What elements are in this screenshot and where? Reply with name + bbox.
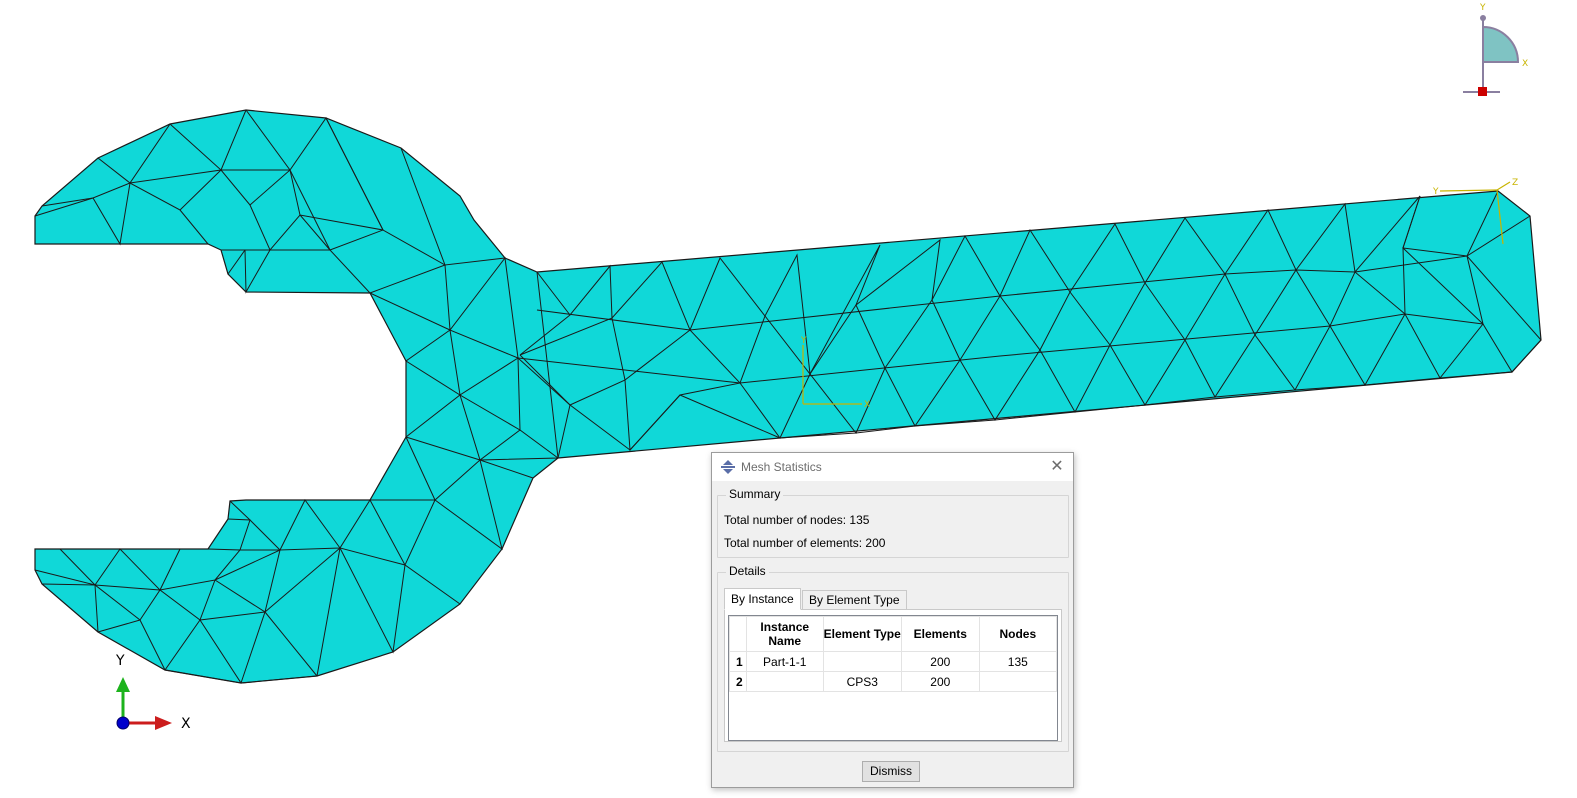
total-nodes-text: Total number of nodes: 135 [724,513,870,527]
dialog-title: Mesh Statistics [741,460,822,474]
cell-elements: 200 [901,651,980,672]
datum-center-x-label: X [864,400,870,410]
col-header-element-type[interactable]: Element Type [822,616,902,652]
tab-by-instance[interactable]: By Instance [724,588,801,610]
datum-end-z-label: Z [1512,178,1518,188]
tab-by-element-type[interactable]: By Element Type [802,590,907,610]
cell-element-type [822,651,902,672]
row-index: 1 [729,651,747,672]
cell-nodes [978,671,1057,692]
col-header-elements[interactable]: Elements [901,616,980,652]
dialog-titlebar[interactable]: Mesh Statistics ✕ [712,453,1073,481]
col-header-instance[interactable]: Instance Name [745,616,824,652]
cell-instance: Part-1-1 [745,651,824,672]
total-elements-text: Total number of elements: 200 [724,536,886,550]
view-triad-x-label: X [1522,59,1528,69]
summary-group: Summary Total number of nodes: 135 Total… [717,487,1069,558]
view-orientation-triad[interactable]: Y X [1463,3,1528,96]
table-row[interactable]: 1 Part-1-1 200 135 [729,651,1057,672]
col-header-nodes[interactable]: Nodes [978,616,1057,652]
close-icon[interactable]: ✕ [1047,457,1067,477]
global-triad-x-label: X [181,716,191,732]
abaqus-app-icon [721,460,735,474]
cell-nodes: 135 [978,651,1057,672]
cell-elements: 200 [901,671,980,692]
row-index: 2 [729,671,747,692]
details-group-label: Details [726,564,769,578]
tab-panel: Instance Name Element Type Elements Node… [724,609,1062,742]
dismiss-button[interactable]: Dismiss [862,761,920,782]
row-index-header [729,616,747,652]
table-row[interactable]: 2 CPS3 200 [729,671,1057,692]
cell-element-type: CPS3 [822,671,902,692]
datum-end-y-label: Y [1432,187,1439,197]
global-triad-y-label: Y [115,653,125,669]
datum-center-y-label: Y [800,336,807,346]
table-header-row: Instance Name Element Type Elements Node… [729,616,1057,652]
cell-instance [745,671,824,692]
details-group: Details By Instance By Element Type Inst… [717,564,1069,752]
statistics-table[interactable]: Instance Name Element Type Elements Node… [728,615,1058,741]
summary-group-label: Summary [726,487,784,501]
mesh-statistics-dialog: Mesh Statistics ✕ Summary Total number o… [711,452,1074,788]
view-triad-y-label: Y [1479,3,1486,13]
